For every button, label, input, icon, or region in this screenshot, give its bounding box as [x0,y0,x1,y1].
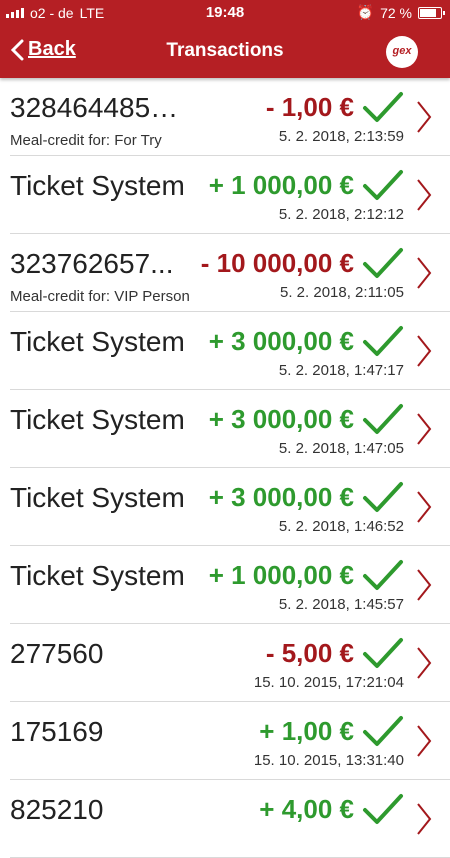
battery-percent: 72 % [380,4,412,21]
checkmark-icon [363,248,403,278]
transaction-date: 5. 2. 2018, 1:47:17 [278,362,404,379]
transaction-amount: + 3 000,00 € [208,404,354,434]
chevron-right-icon [417,413,432,445]
transaction-amount: - 5,00 € [265,638,354,668]
chevron-right-icon [417,647,432,679]
transaction-date: 5. 2. 2018, 2:12:12 [278,206,404,223]
transaction-name: 175169 [10,716,104,747]
checkmark-icon [363,560,403,590]
transaction-date: 5. 2. 2018, 1:45:57 [278,596,404,613]
transaction-date: 5. 2. 2018, 2:11:05 [280,284,404,301]
battery-icon [418,6,445,19]
transaction-name: Ticket System [10,482,185,513]
status-right: ⏰ 72 % [356,4,445,21]
transaction-date: 15. 10. 2015, 17:21:04 [253,674,404,691]
transaction-row[interactable]: 825210 + 4,00 € [10,780,450,858]
transaction-amount: + 4,00 € [259,794,354,824]
checkmark-icon [363,794,403,824]
alarm-icon: ⏰ [356,4,375,20]
checkmark-icon [363,404,403,434]
transaction-description: Meal-credit for: VIP Person [10,288,190,305]
transaction-amount: + 1 000,00 € [208,170,354,200]
transaction-name: Ticket System [10,560,185,591]
transaction-row[interactable]: 175169 + 1,00 € 15. 10. 2015, 13:31:40 [10,702,450,780]
battery-fill [420,8,436,17]
transaction-row[interactable]: Ticket System + 3 000,00 € 5. 2. 2018, 1:4… [10,312,450,390]
transaction-date: 5. 2. 2018, 1:46:52 [278,518,404,535]
chevron-right-icon [417,179,432,211]
transaction-row[interactable]: 323762657... Meal-credit for: VIP Person -… [10,234,450,312]
transaction-row[interactable]: Ticket System + 1 000,00 € 5. 2. 2018, 1:4… [10,546,450,624]
transaction-date: 5. 2. 2018, 1:47:05 [278,440,404,457]
chevron-right-icon [417,335,432,367]
chevron-right-icon [417,101,432,133]
chevron-right-icon [417,257,432,289]
transaction-date: 15. 10. 2015, 13:31:40 [253,752,404,769]
chevron-right-icon [417,725,432,757]
transaction-name: 825210 [10,794,104,825]
transaction-row[interactable]: 328464485420 Meal-credit for: For Try - 1,… [10,78,450,156]
brand-logo[interactable]: gex [386,36,418,68]
transaction-list: 328464485420 Meal-credit for: For Try - 1,… [0,78,450,858]
transaction-amount: + 3 000,00 € [208,326,354,356]
transaction-row[interactable]: 277560 - 5,00 € 15. 10. 2015, 17:21:04 [10,624,450,702]
checkmark-icon [363,638,403,668]
checkmark-icon [363,170,403,200]
transaction-row[interactable]: Ticket System + 3 000,00 € 5. 2. 2018, 1:4… [10,390,450,468]
transaction-name: Ticket System [10,170,185,201]
transaction-amount: + 1 000,00 € [208,560,354,590]
logo-text: gex [392,45,412,57]
page-title: Transactions [166,40,284,61]
navigation-bar: Back Transactions gex [0,30,450,72]
transaction-amount: - 10 000,00 € [200,248,354,278]
transaction-date: 5. 2. 2018, 2:13:59 [278,128,404,145]
checkmark-icon [363,326,403,356]
checkmark-icon [363,482,403,512]
transaction-name: 328464485420 [10,92,190,123]
chevron-right-icon [417,491,432,523]
transaction-amount: + 1,00 € [259,716,354,746]
chevron-right-icon [417,803,432,835]
transaction-description: Meal-credit for: For Try [10,132,162,149]
checkmark-icon [363,92,403,122]
transaction-row[interactable]: Ticket System + 3 000,00 € 5. 2. 2018, 1:4… [10,468,450,546]
transaction-name: 277560 [10,638,104,669]
transaction-amount: + 3 000,00 € [208,482,354,512]
transaction-row[interactable]: Ticket System + 1 000,00 € 5. 2. 2018, 2:1… [10,156,450,234]
transaction-name: Ticket System [10,326,185,357]
chevron-right-icon [417,569,432,601]
status-bar: o2 - de LTE 19:48 ⏰ 72 % [0,0,450,24]
transaction-name: Ticket System [10,404,185,435]
app-header: o2 - de LTE 19:48 ⏰ 72 % Back Transactio… [0,0,450,78]
transaction-amount: - 1,00 € [265,92,354,122]
checkmark-icon [363,716,403,746]
transaction-name: 323762657... [10,248,174,279]
